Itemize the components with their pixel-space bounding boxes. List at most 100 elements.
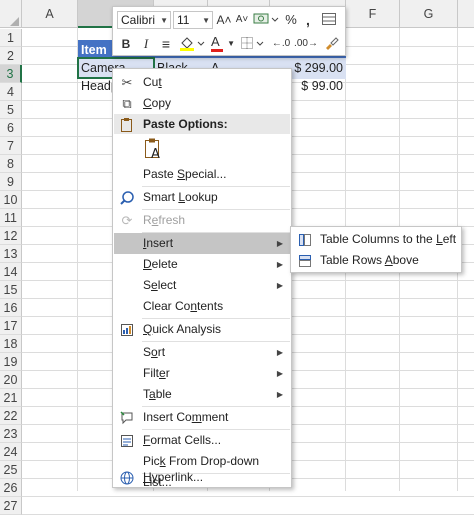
mini-toolbar: Calibri ▼ 11 ▼ A˄ A˅ % , B I ≡ A ▼ ←.0 .… [112, 6, 346, 56]
row-header-6[interactable]: 6 [0, 119, 22, 137]
row-header-26[interactable]: 26 [0, 479, 22, 497]
scissors-icon: ✂ [121, 75, 133, 90]
submenu-arrow-icon: ▶ [276, 390, 283, 399]
chevron-down-icon: ▼ [227, 39, 235, 48]
menu-item-hyperlink[interactable]: Hyperlink... [114, 467, 290, 488]
format-cells-icon [119, 433, 135, 449]
row-header-4[interactable]: 4 [0, 83, 22, 101]
menu-item-insert[interactable]: Insert ▶ [114, 233, 290, 254]
insert-rows-icon [297, 253, 313, 269]
copy-icon: ⧉ [122, 96, 132, 111]
row-grid-line [22, 496, 474, 497]
menu-item-clear-contents[interactable]: Clear Contents [114, 296, 290, 317]
menu-item-sort[interactable]: Sort ▶ [114, 342, 290, 363]
shrink-font-button[interactable]: A˅ [233, 11, 251, 29]
menu-item-filter[interactable]: Filter ▶ [114, 363, 290, 384]
refresh-icon: ⟳ [121, 213, 133, 228]
menu-item-label: Insert [143, 236, 174, 250]
smart-lookup-icon [119, 190, 135, 206]
menu-item-label: Paste Special... [143, 167, 227, 181]
font-size-box[interactable]: 11 ▼ [173, 11, 213, 29]
menu-item-label: Cut [143, 75, 162, 89]
row-header-14[interactable]: 14 [0, 263, 22, 281]
row-header-17[interactable]: 17 [0, 317, 22, 335]
menu-item-quick-analysis[interactable]: Quick Analysis [114, 319, 290, 340]
row-header-25[interactable]: 25 [0, 461, 22, 479]
select-all-corner[interactable] [0, 0, 22, 28]
row-header-3[interactable]: 3 [0, 65, 22, 83]
bold-button[interactable]: B [117, 35, 135, 53]
accounting-format-button[interactable] [251, 11, 281, 29]
grow-font-button[interactable]: A˄ [215, 11, 233, 29]
row-header-18[interactable]: 18 [0, 335, 22, 353]
clipboard-icon [119, 117, 135, 133]
row-header-20[interactable]: 20 [0, 371, 22, 389]
row-header-1[interactable]: 1 [0, 29, 22, 47]
menu-item-label: Table Columns to the Left [320, 232, 457, 246]
column-header-a[interactable]: A [22, 0, 78, 28]
menu-item-cut[interactable]: ✂ Cut [114, 72, 290, 93]
clipboard-paste-icon[interactable]: A [144, 137, 164, 162]
menu-item-smart-lookup[interactable]: Smart Lookup [114, 187, 290, 208]
menu-item-label: Select [143, 278, 177, 292]
column-header-f[interactable]: F [346, 0, 400, 28]
menu-item-table[interactable]: Table ▶ [114, 384, 290, 405]
menu-item-delete[interactable]: Delete ▶ [114, 254, 290, 275]
row-header-10[interactable]: 10 [0, 191, 22, 209]
borders-button[interactable] [239, 35, 267, 53]
menu-item-select[interactable]: Select ▶ [114, 275, 290, 296]
row-header-15[interactable]: 15 [0, 281, 22, 299]
font-color-button[interactable]: A ▼ [209, 34, 237, 53]
submenu-item-table-columns-left[interactable]: Table Columns to the Left [292, 229, 462, 250]
menu-item-insert-comment[interactable]: Insert Comment [114, 407, 290, 428]
submenu-arrow-icon: ▶ [276, 281, 283, 290]
align-center-button[interactable]: ≡ [157, 35, 175, 53]
table-format-icon [322, 13, 336, 25]
menu-item-label: Hyperlink... [143, 470, 204, 484]
menu-item-label: Table Rows Above [320, 253, 419, 267]
row-header-8[interactable]: 8 [0, 155, 22, 173]
italic-button[interactable]: I [137, 35, 155, 53]
font-name-box[interactable]: Calibri ▼ [117, 11, 171, 29]
column-header-g[interactable]: G [400, 0, 458, 28]
row-header-5[interactable]: 5 [0, 101, 22, 119]
menu-item-label: Clear Contents [143, 299, 224, 313]
link-icon [119, 470, 135, 486]
menu-item-label: Smart Lookup [143, 190, 218, 204]
comma-style-button[interactable]: , [301, 11, 315, 29]
row-header-24[interactable]: 24 [0, 443, 22, 461]
row-header-9[interactable]: 9 [0, 173, 22, 191]
row-header-12[interactable]: 12 [0, 227, 22, 245]
paste-option-keep-text[interactable]: A [114, 135, 290, 163]
row-header-27[interactable]: 27 [0, 497, 22, 515]
increase-decimal-button[interactable]: ←.0 [269, 35, 293, 53]
row-header-13[interactable]: 13 [0, 245, 22, 263]
submenu-item-table-rows-above[interactable]: Table Rows Above [292, 250, 462, 271]
row-header-21[interactable]: 21 [0, 389, 22, 407]
menu-item-format-cells[interactable]: Format Cells... [114, 430, 290, 451]
row-header-11[interactable]: 11 [0, 209, 22, 227]
format-painter-button[interactable] [321, 35, 341, 53]
paint-bucket-icon [180, 37, 205, 51]
menu-item-label: Filter [143, 366, 170, 380]
context-menu: ✂ Cut ⧉ Copy Paste Options: A Paste Spec… [112, 68, 292, 489]
fill-color-button[interactable] [177, 35, 207, 53]
row-header-16[interactable]: 16 [0, 299, 22, 317]
submenu-arrow-icon: ▶ [276, 348, 283, 357]
format-painter-grid-button[interactable] [319, 11, 339, 29]
row-header-2[interactable]: 2 [0, 47, 22, 65]
insert-columns-icon [297, 232, 313, 248]
decrease-decimal-button[interactable]: .00→ [293, 35, 319, 53]
chevron-down-icon: ▼ [160, 16, 168, 25]
row-header-19[interactable]: 19 [0, 353, 22, 371]
submenu-arrow-icon: ▶ [276, 260, 283, 269]
row-header-22[interactable]: 22 [0, 407, 22, 425]
chevron-down-icon: ▼ [202, 16, 210, 25]
menu-item-copy[interactable]: ⧉ Copy [114, 93, 290, 114]
menu-item-paste-special[interactable]: Paste Special... [114, 164, 290, 185]
insert-submenu: Table Columns to the Left Table Rows Abo… [290, 226, 462, 273]
row-header-23[interactable]: 23 [0, 425, 22, 443]
percent-style-button[interactable]: % [283, 11, 299, 29]
row-header-7[interactable]: 7 [0, 137, 22, 155]
menu-item-label: Refresh [143, 213, 186, 227]
